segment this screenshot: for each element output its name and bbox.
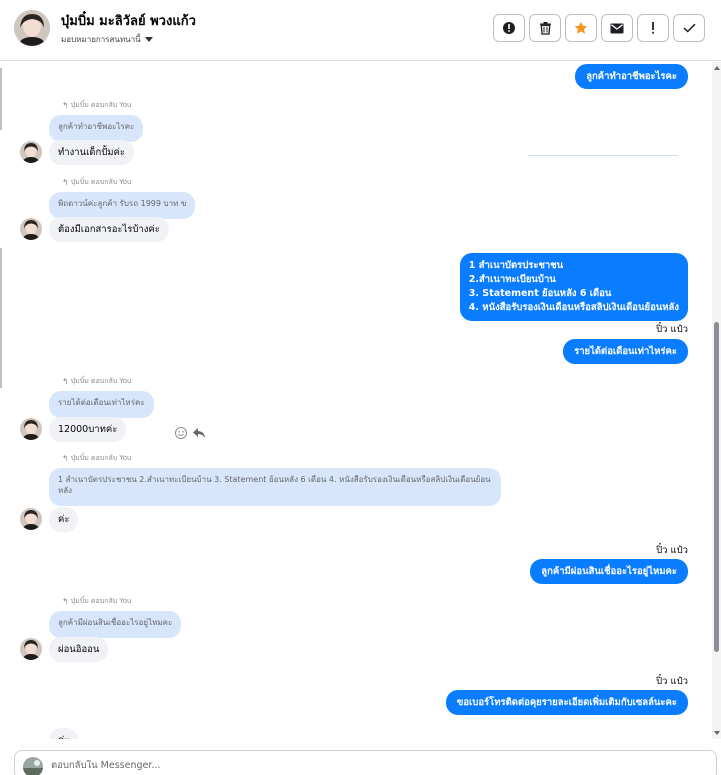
- message-thread[interactable]: ลูกค้าทำอาชีพอะไรคะ ↰ บุ๋มบิ๋ม ตอบกลับ Y…: [0, 62, 712, 739]
- header-toolbar: [493, 14, 705, 42]
- delete-button[interactable]: [529, 14, 561, 42]
- report-button[interactable]: [493, 14, 525, 42]
- message-outgoing[interactable]: ลูกค้ามีผ่อนสินเชื่ออะไรอยู่ไหมคะ: [530, 559, 688, 584]
- star-icon: [574, 21, 588, 34]
- assign-conversation-dropdown[interactable]: มอบหมายการสนทนานี้: [61, 33, 153, 46]
- quoted-message[interactable]: ลูกค้ามีผ่อนสินเชื่ออะไรอยู่ไหมคะ: [49, 611, 182, 638]
- contact-avatar-small[interactable]: [20, 638, 42, 660]
- quoted-message[interactable]: รายได้ต่อเดือนเท่าไหร่คะ: [49, 391, 154, 418]
- message-outgoing[interactable]: ลูกค้าทำอาชีพอะไรคะ: [575, 64, 688, 89]
- message-outgoing[interactable]: 1 สำเนาบัตรประชาชน 2.สำเนาทะเบียนบ้าน 3.…: [459, 253, 688, 321]
- contact-avatar[interactable]: [14, 10, 50, 46]
- reply-composer[interactable]: [14, 750, 717, 775]
- contact-avatar-small[interactable]: [20, 418, 42, 440]
- scrollbar-thumb[interactable]: [714, 322, 719, 652]
- reply-arrow-icon: ↰: [62, 454, 69, 463]
- check-icon: [682, 23, 696, 33]
- message-incoming[interactable]: ค่ะ: [49, 507, 79, 532]
- mark-unread-button[interactable]: [601, 14, 633, 42]
- message-incoming[interactable]: ค่ะ: [49, 728, 79, 739]
- sender-name: ปิ๋ว แป๋ว: [656, 676, 688, 687]
- reply-arrow-icon: ↰: [62, 597, 69, 606]
- quoted-message[interactable]: 1 สำเนาบัตรประชาชน 2.สำเนาทะเบียนบ้าน 3.…: [49, 468, 501, 506]
- react-emoji-icon[interactable]: [174, 426, 188, 440]
- contact-name[interactable]: บุ๋มบิ๋ม มะลิวัลย์ พวงแก้ว: [61, 10, 196, 31]
- mark-done-button[interactable]: [673, 14, 705, 42]
- message-incoming[interactable]: ต้องมีเอกสารอะไรบ้างค่ะ: [49, 217, 169, 242]
- envelope-icon: [610, 23, 624, 33]
- assign-label: มอบหมายการสนทนานี้: [61, 35, 141, 44]
- reply-context-label: ↰ บุ๋มบิ๋ม ตอบกลับ You: [62, 178, 132, 187]
- exclamation-circle-icon: [503, 22, 515, 34]
- exclamation-icon: [652, 22, 654, 34]
- contact-avatar-small[interactable]: [20, 508, 42, 530]
- message-outgoing[interactable]: รายได้ต่อเดือนเท่าไหร่คะ: [563, 339, 688, 364]
- conversation-header: บุ๋มบิ๋ม มะลิวัลย์ พวงแก้ว มอบหมายการสนท…: [0, 0, 721, 61]
- reply-arrow-icon: ↰: [62, 377, 69, 386]
- reply-icon[interactable]: [192, 426, 206, 440]
- sender-name: ปิ๋ว แป๋ว: [656, 324, 688, 335]
- reply-arrow-icon: ↰: [62, 101, 69, 110]
- reply-context-label: ↰ บุ๋มบิ๋ม ตอบกลับ You: [62, 597, 132, 606]
- thread-scrollbar[interactable]: [712, 62, 721, 739]
- page-avatar: [23, 757, 43, 775]
- message-incoming[interactable]: 12000บาทค่ะ: [49, 417, 127, 442]
- caret-down-icon: [144, 37, 153, 42]
- scroll-up-arrow-icon[interactable]: [714, 66, 720, 70]
- reply-context-label: ↰ บุ๋มบิ๋ม ตอบกลับ You: [62, 101, 132, 110]
- message-incoming[interactable]: ผ่อนอิออน: [49, 637, 109, 662]
- star-button[interactable]: [565, 14, 597, 42]
- reply-context-label: ↰ บุ๋มบิ๋ม ตอบกลับ You: [62, 377, 132, 386]
- scroll-down-arrow-icon[interactable]: [714, 731, 720, 735]
- trash-icon: [539, 22, 551, 35]
- contact-avatar-small[interactable]: [20, 141, 42, 163]
- reply-context-label: ↰ บุ๋มบิ๋ม ตอบกลับ You: [62, 454, 132, 463]
- quoted-message[interactable]: พิถดาวน์ค่ะลูกค้า รับรถ 1999 บาท ข: [49, 192, 196, 219]
- message-incoming[interactable]: ทำงานเด็กปั้มค่ะ: [49, 140, 134, 165]
- follow-up-button[interactable]: [637, 14, 669, 42]
- divider-line: [528, 155, 678, 156]
- reply-arrow-icon: ↰: [62, 178, 69, 187]
- message-outgoing[interactable]: ขอเบอร์โทรติดต่อคุยรายละเอียดเพิ่มเติมกั…: [445, 690, 688, 715]
- quoted-message[interactable]: ลูกค้าทำอาชีพอะไรคะ: [49, 115, 144, 142]
- contact-avatar-small[interactable]: [20, 218, 42, 240]
- reply-input[interactable]: [51, 760, 451, 771]
- sender-name: ปิ๋ว แป๋ว: [656, 545, 688, 556]
